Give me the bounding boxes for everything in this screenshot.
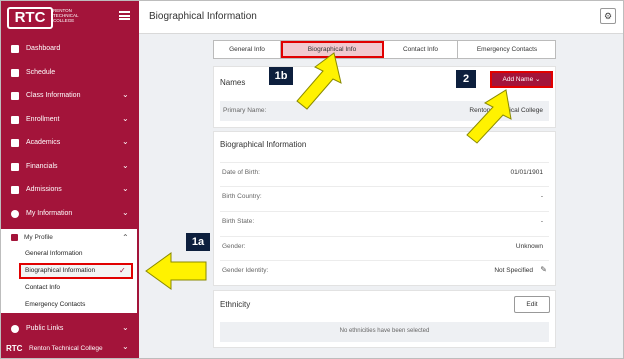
arrow-2 bbox=[466, 89, 512, 144]
callout-1b: 1b bbox=[269, 67, 293, 85]
callout-2: 2 bbox=[456, 70, 476, 88]
app-window: RTC RENTON TECHNICAL COLLEGE Dashboard S… bbox=[0, 0, 624, 359]
arrow-1b bbox=[296, 52, 342, 110]
arrow-1a bbox=[145, 252, 207, 290]
annotation-overlay bbox=[145, 52, 512, 290]
callout-1a: 1a bbox=[186, 233, 210, 251]
